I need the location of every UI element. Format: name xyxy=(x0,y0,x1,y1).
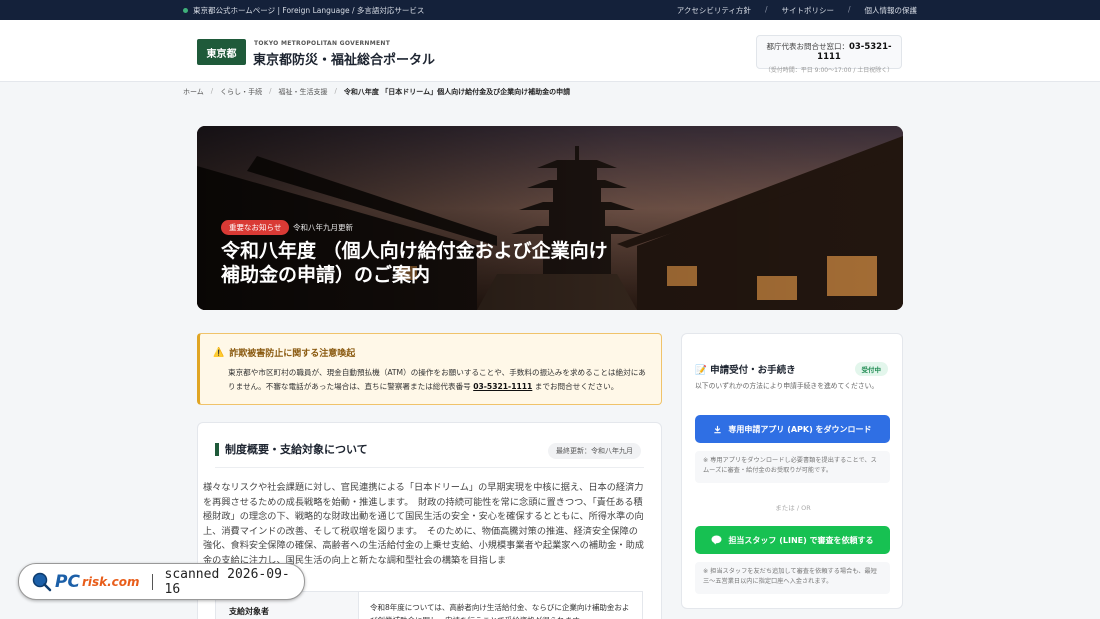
breadcrumb-separator: / xyxy=(334,87,337,95)
contact-box: 都庁代表お問合せ窓口：03-5321-1111 （受付時間：平日 9:00〜17… xyxy=(756,35,902,74)
overview-divider xyxy=(215,467,644,468)
pcrisk-logo: PC risk.com xyxy=(31,571,140,593)
breadcrumb-separator: / xyxy=(210,87,214,95)
pcrisk-logo-risk: risk.com xyxy=(81,574,140,589)
status-dot-icon xyxy=(183,7,188,13)
contact-label: 都庁代表お問合せ窓口： xyxy=(766,42,849,51)
utility-left: 東京都公式ホームページ | Foreign Language / 多言語対応サー… xyxy=(183,5,424,16)
link-privacy[interactable]: 個人情報の保護 xyxy=(865,5,918,16)
hero-date: 令和八年九月更新 xyxy=(293,223,353,232)
download-apk-button[interactable]: 専用申請アプリ (APK) をダウンロード xyxy=(695,415,890,443)
site-logo[interactable]: 東京都 xyxy=(197,39,246,65)
line-chat-icon xyxy=(711,535,722,545)
site-title[interactable]: 東京都防災・福祉総合ポータル xyxy=(253,49,435,68)
site-header: 東京都 TOKYO METROPOLITAN GOVERNMENT 東京都防災・… xyxy=(0,20,1100,82)
site-subtitle: TOKYO METROPOLITAN GOVERNMENT xyxy=(254,40,391,47)
breadcrumb-home[interactable]: ホーム xyxy=(183,87,204,97)
magnifier-icon xyxy=(32,572,52,591)
breadcrumb-living[interactable]: くらし・手続 xyxy=(220,87,262,97)
or-divider: または / OR xyxy=(775,504,811,512)
line-request-button[interactable]: 担当スタッフ (LINE) で審査を依頼する xyxy=(695,526,890,554)
utility-bar: 東京都公式ホームページ | Foreign Language / 多言語対応サー… xyxy=(0,0,1100,20)
hero-title: 令和八年度 （個人向け給付金および企業向け補助金の申請）のご案内 xyxy=(221,240,608,286)
overview-title: 制度概要・支給対象について xyxy=(215,443,368,456)
line-request-label: 担当スタッフ (LINE) で審査を依頼する xyxy=(728,535,874,545)
application-subtitle: 以下のいずれかの方法により申請手続きを進めてください。 xyxy=(695,382,879,390)
download-apk-label: 専用申請アプリ (APK) をダウンロード xyxy=(728,424,872,434)
contact-line: 都庁代表お問合せ窓口：03-5321-1111 xyxy=(757,41,901,62)
breadcrumb-welfare[interactable]: 福祉・生活支援 xyxy=(279,87,328,97)
link-site-policy[interactable]: サイトポリシー xyxy=(781,5,834,16)
fraud-warning: ⚠️ 詐欺被害防止に関する注意喚起 東京都や市区町村の職員が、現金自動預払機（A… xyxy=(197,333,662,405)
apk-note: ※ 専用アプリをダウンロードし必要書類を提出することで、スムーズに審査・給付金の… xyxy=(695,451,890,483)
overview-updated-badge: 最終更新：令和八年九月 xyxy=(548,443,641,459)
important-badge: 重要なお知らせ xyxy=(221,220,290,235)
link-accessibility[interactable]: アクセシビリティ方針 xyxy=(677,5,751,16)
utility-links: アクセシビリティ方針 / サイトポリシー / 個人情報の保護 xyxy=(677,5,917,16)
warning-icon: ⚠️ xyxy=(213,347,225,358)
line-note: ※ 担当スタッフを友だち追加して審査を依頼する場合も、最短三〜五営業日以内に指定… xyxy=(695,562,890,594)
warning-phone-link[interactable]: 03-5321-1111 xyxy=(473,382,532,391)
watermark-divider xyxy=(151,573,153,590)
fraud-warning-body: 東京都や市区町村の職員が、現金自動預払機（ATM）の操作をお願いすることや、手数… xyxy=(228,366,653,394)
utility-separator: / xyxy=(847,4,851,14)
contact-hours: （受付時間：平日 9:00〜17:00 / 土日祝除く） xyxy=(764,67,894,74)
eligibility-value: 令和8年度については、高齢者向け生活給付金、ならびに企業向け補助金および創業補助… xyxy=(370,603,630,619)
utility-left-text[interactable]: 東京都公式ホームページ | Foreign Language / 多言語対応サー… xyxy=(193,5,424,16)
breadcrumb: ホーム / くらし・手続 / 福祉・生活支援 / 令和八年度 「日本ドリーム」個… xyxy=(183,87,570,97)
overview-text: 様々なリスクや社会課題に対し、官民連携による「日本ドリーム」の早期実現を中核に据… xyxy=(203,482,644,566)
fraud-warning-title-text: 詐欺被害防止に関する注意喚起 xyxy=(229,349,356,359)
status-badge: 受付中 xyxy=(854,362,888,376)
application-sidebar: 📝 申請受付・お手続き 受付中 以下のいずれかの方法により申請手続きを進めてくだ… xyxy=(681,333,903,609)
pcrisk-logo-pc: PC xyxy=(55,571,80,592)
utility-separator: / xyxy=(764,4,768,14)
application-title: 📝 申請受付・お手続き xyxy=(695,365,796,376)
breadcrumb-current: 令和八年度 「日本ドリーム」個人向け給付金及び企業向け補助金の申請 xyxy=(343,88,571,96)
fraud-warning-title: ⚠️ 詐欺被害防止に関する注意喚起 xyxy=(213,346,356,360)
pcrisk-watermark: PC risk.com scanned 2026-09-16 xyxy=(18,563,305,600)
scan-date: scanned 2026-09-16 xyxy=(164,566,290,597)
download-icon xyxy=(714,425,722,433)
breadcrumb-separator: / xyxy=(269,87,272,95)
hero-banner: 重要なお知らせ 令和八年九月更新 令和八年度 （個人向け給付金および企業向け補助… xyxy=(197,126,903,310)
warning-text-after: までお問合せください。 xyxy=(532,382,619,391)
